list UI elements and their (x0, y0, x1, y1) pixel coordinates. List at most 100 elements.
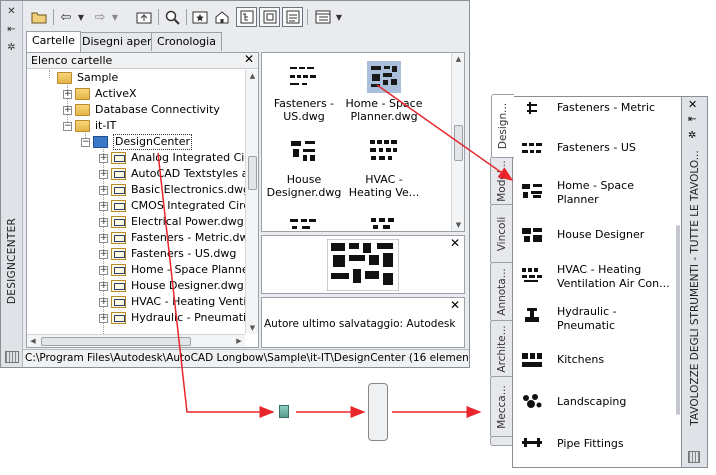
tab-cronologia[interactable]: Cronologia (151, 32, 222, 51)
favorites-icon[interactable] (190, 7, 210, 27)
block-icon (521, 352, 543, 368)
tool-item[interactable]: Kitchens (521, 351, 671, 371)
back-icon[interactable]: ⇦ (56, 7, 76, 27)
scroll-left-icon[interactable]: ◀ (27, 335, 39, 347)
block-icon (521, 435, 543, 451)
drawing-file-icon (111, 216, 126, 228)
tool-item[interactable]: House Designer (521, 225, 671, 245)
drawing-thumbnail-icon (367, 61, 401, 93)
expand-icon[interactable]: + (99, 282, 108, 291)
tree-vertical-scrollbar[interactable]: ▲ ▼ (245, 70, 258, 334)
designcenter-folder-icon (93, 136, 108, 148)
block-icon (521, 140, 543, 156)
close-icon[interactable]: ✕ (243, 53, 255, 66)
tab-vincoli[interactable]: Vincoli (490, 204, 513, 264)
folder-icon (75, 104, 90, 116)
content-item[interactable]: House Designer.dwg (264, 137, 344, 199)
tree-toggle-icon[interactable] (236, 7, 257, 27)
scroll-thumb[interactable] (248, 156, 257, 190)
views-icon[interactable] (312, 7, 334, 27)
drawing-file-icon (111, 280, 126, 292)
content-vertical-scrollbar[interactable]: ▲ ▼ (451, 53, 464, 231)
content-pane: Fasteners - US.dwg Home - Space Planner.… (261, 52, 465, 232)
tool-item[interactable]: Home - Space Planner (521, 177, 671, 209)
tool-item[interactable]: Landscaping (521, 393, 671, 413)
preview-toggle-icon[interactable] (259, 7, 280, 27)
tab-archite[interactable]: Archite... (490, 320, 513, 378)
expand-icon[interactable]: + (99, 186, 108, 195)
drawing-file-icon (111, 200, 126, 212)
tool-item[interactable]: Fasteners - US (521, 137, 671, 157)
expand-icon[interactable]: + (63, 106, 72, 115)
collapse-icon[interactable]: − (81, 138, 90, 147)
drawing-thumbnail-icon (287, 61, 321, 93)
expand-icon[interactable]: + (99, 154, 108, 163)
tree-horizontal-scrollbar[interactable]: ◀ ▶ (27, 334, 245, 347)
grip-icon[interactable] (5, 351, 19, 363)
palette-scrollbar[interactable] (676, 225, 680, 415)
search-icon[interactable] (162, 7, 182, 27)
description-text: Autore ultimo salvataggio: Autodesk (264, 318, 456, 330)
tool-palette-content: Fasteners - Metric Fasteners - US Home -… (512, 96, 682, 468)
scroll-thumb[interactable] (454, 125, 463, 161)
tab-annota[interactable]: Annota... (490, 262, 513, 322)
pin-icon[interactable]: ⇤ (5, 25, 18, 35)
tool-item[interactable]: Fasteners - Metric (521, 99, 671, 119)
scroll-down-icon[interactable]: ▼ (452, 219, 464, 231)
tool-item[interactable]: Hydraulic - Pneumatic (521, 303, 671, 335)
close-icon[interactable]: ✕ (449, 237, 461, 250)
forward-dropdown-icon[interactable]: ▼ (110, 7, 120, 27)
home-icon[interactable] (212, 7, 232, 27)
folder-tree-pane: Elenco cartelle ✕ Sample + ActiveX + Dat… (26, 52, 259, 348)
content-item[interactable]: HVAC - Heating Ve... (344, 137, 424, 199)
block-icon (521, 267, 543, 283)
up-folder-icon[interactable] (134, 7, 154, 27)
content-item[interactable]: Fasteners - US.dwg (264, 61, 344, 123)
forward-icon[interactable]: ⇨ (90, 7, 110, 27)
expand-icon[interactable]: + (99, 218, 108, 227)
drawing-file-icon (111, 248, 126, 260)
expand-icon[interactable]: + (63, 90, 72, 99)
block-insert-icon (279, 405, 289, 418)
flow-box (368, 383, 388, 441)
description-toggle-icon[interactable] (282, 7, 303, 27)
properties-icon[interactable]: ✲ (5, 43, 18, 53)
expand-icon[interactable]: + (99, 266, 108, 275)
scroll-up-icon[interactable]: ▲ (246, 70, 258, 82)
preview-image (326, 238, 400, 292)
open-folder-icon[interactable] (29, 7, 49, 27)
expand-icon[interactable]: + (99, 170, 108, 179)
tab-cartelle[interactable]: Cartelle (26, 31, 81, 52)
tool-item[interactable]: Pipe Fittings (521, 435, 671, 455)
tab-mecca[interactable]: Mecca... (490, 376, 513, 438)
drawing-file-icon (111, 232, 126, 244)
collapse-icon[interactable]: − (63, 122, 72, 131)
expand-icon[interactable]: + (99, 234, 108, 243)
grip-icon[interactable] (688, 451, 700, 463)
drawing-thumbnail-icon (287, 137, 321, 169)
pin-icon[interactable]: ⇤ (688, 115, 696, 125)
expand-icon[interactable]: + (99, 202, 108, 211)
expand-icon[interactable]: + (99, 298, 108, 307)
scroll-up-icon[interactable]: ▲ (452, 53, 464, 65)
tab-more[interactable] (490, 436, 513, 446)
views-dropdown-icon[interactable]: ▼ (334, 7, 344, 27)
back-dropdown-icon[interactable]: ▼ (76, 7, 86, 27)
drawing-file-icon (111, 184, 126, 196)
block-icon (521, 393, 543, 409)
tool-item[interactable]: HVAC - Heating Ventilation Air Con... (521, 261, 671, 293)
close-icon[interactable]: ✕ (688, 99, 697, 110)
folder-icon (75, 88, 90, 100)
content-item-selected[interactable]: Home - Space Planner.dwg (344, 61, 424, 123)
scroll-right-icon[interactable]: ▶ (233, 335, 245, 347)
expand-icon[interactable]: + (99, 250, 108, 259)
folder-tree-title: Elenco cartelle (31, 54, 113, 67)
tab-model[interactable]: Model... (490, 156, 513, 206)
designcenter-title: DESIGNCENTER (6, 217, 18, 305)
scroll-thumb[interactable] (41, 337, 191, 346)
expand-icon[interactable]: + (99, 314, 108, 323)
close-icon[interactable]: ✕ (449, 299, 461, 312)
tab-design[interactable]: Design... (491, 94, 514, 158)
scroll-down-icon[interactable]: ▼ (246, 322, 258, 334)
close-icon[interactable]: ✕ (5, 7, 18, 17)
